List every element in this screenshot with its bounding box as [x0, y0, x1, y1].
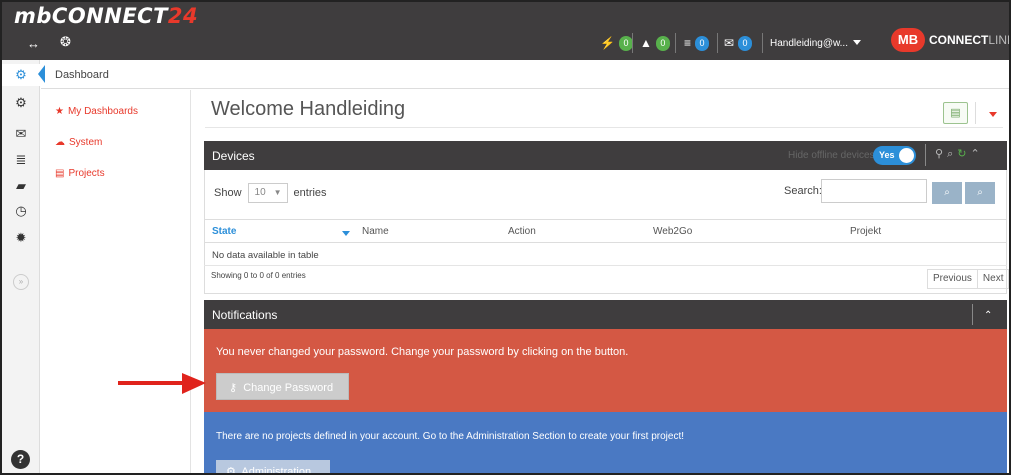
mail-icon: ✉: [724, 36, 735, 50]
tasks-counter[interactable]: ≡ 0: [684, 35, 710, 51]
file-icon: ▤: [55, 168, 65, 179]
list-icon[interactable]: ≣: [2, 152, 40, 168]
column-state[interactable]: State: [212, 226, 236, 237]
app-window: mbCONNECT24 ↔ ❂ ⚡ 0 ▲ 0 ≡ 0 ✉ 0 Handleid…: [0, 0, 1011, 475]
bolt-icon: ⚡: [600, 36, 615, 50]
hide-offline-label: Hide offline devices: [788, 150, 875, 161]
list-icon: ≡: [684, 36, 692, 50]
subnav-item-my-dashboards[interactable]: ★ My Dashboards: [55, 106, 138, 117]
expand-rail-icon[interactable]: »: [13, 274, 29, 290]
dashboard-layout-button[interactable]: ▤: [943, 102, 968, 124]
messages-badge: 0: [738, 35, 753, 51]
column-web2go[interactable]: Web2Go: [653, 226, 692, 237]
alerts-counter[interactable]: ▲ 0: [640, 35, 670, 51]
help-icon[interactable]: ?: [11, 450, 30, 469]
subnav-item-system[interactable]: ☁ System: [55, 137, 102, 148]
chevron-down-icon: ▼: [273, 188, 282, 197]
gears-icon: ⚙: [226, 466, 236, 475]
search-input[interactable]: [821, 179, 927, 203]
previous-button[interactable]: Previous: [928, 270, 978, 288]
divider: [972, 304, 973, 325]
next-button[interactable]: Next: [978, 270, 1009, 288]
divider: [205, 127, 1003, 128]
sidebar-toggle-icon[interactable]: ↔: [27, 36, 40, 51]
search-icon[interactable]: ⌕: [947, 148, 957, 160]
chevron-up-icon[interactable]: ⌃: [970, 148, 983, 160]
annotation-arrow: [118, 373, 206, 394]
page-title: Welcome Handleiding: [211, 98, 406, 120]
column-projekt[interactable]: Projekt: [850, 226, 881, 237]
events-counter[interactable]: ⚡ 0: [600, 35, 633, 51]
toggle-knob: [899, 148, 914, 163]
key-icon: ⚷: [229, 382, 238, 394]
messages-counter[interactable]: ✉ 0: [724, 35, 753, 51]
divider: [975, 102, 976, 124]
alerts-badge: 0: [655, 35, 670, 51]
entries-select[interactable]: 10 ▼: [247, 183, 288, 203]
app-logo[interactable]: mbCONNECT24: [14, 4, 198, 28]
pagination: Previous Next: [927, 269, 1009, 289]
divider: [762, 33, 763, 53]
entries-length-control: Show 10 ▼ entries: [214, 183, 327, 203]
notifications-panel-header: Notifications: [204, 300, 1007, 329]
search-icon: ⌕: [944, 187, 950, 198]
events-badge: 0: [618, 35, 633, 51]
hide-offline-toggle[interactable]: Yes: [873, 146, 916, 165]
breadcrumb: Dashboard: [41, 60, 1009, 89]
devices-icon[interactable]: ⚙: [2, 95, 40, 111]
change-password-button[interactable]: ⚷ Change Password: [216, 373, 349, 400]
divider: [717, 33, 718, 53]
top-bar: mbCONNECT24 ↔ ❂ ⚡ 0 ▲ 0 ≡ 0 ✉ 0 Handleid…: [2, 2, 1009, 60]
column-name[interactable]: Name: [362, 226, 389, 237]
cloud-icon: ☁: [55, 137, 65, 148]
table-info: Showing 0 to 0 of 0 entries: [211, 271, 306, 280]
column-action[interactable]: Action: [508, 226, 536, 237]
spinner-icon: ❂: [60, 34, 71, 49]
divider: [675, 33, 676, 53]
subnav-item-label: System: [69, 137, 103, 148]
button-label: Change Password: [243, 382, 334, 394]
star-icon: ★: [55, 106, 64, 117]
empty-table-row: No data available in table: [204, 244, 1007, 266]
warning-icon: ▲: [640, 36, 652, 50]
brand-logo-mb: MB: [891, 28, 925, 52]
dashboard-subnav: ★ My Dashboards ☁ System ▤ Projects: [41, 90, 191, 473]
devices-table-header: State Name Action Web2Go Projekt: [204, 219, 1007, 243]
tasks-badge: 0: [695, 35, 710, 51]
icon-rail: ⚙ ⚙ ✉ ≣ ▰ ◷ ✹: [2, 60, 40, 473]
user-menu[interactable]: Handleiding@w...: [770, 38, 848, 49]
subnav-item-projects[interactable]: ▤ Projects: [55, 168, 105, 179]
show-label: Show: [214, 187, 242, 199]
administration-button[interactable]: ⚙ Administration: [216, 460, 330, 475]
panel-tools: ⚲⌕↻⌃: [935, 147, 984, 161]
divider: [632, 33, 633, 53]
panel-title: Notifications: [212, 308, 278, 322]
brand-logo-text: CONNECTLINE: [929, 33, 1009, 47]
location-icon[interactable]: ⚲: [935, 148, 947, 160]
search-button[interactable]: ⌕: [932, 182, 962, 204]
divider: [925, 144, 926, 166]
mail-icon[interactable]: ✉: [2, 126, 40, 142]
entries-label: entries: [293, 187, 327, 199]
clock-icon[interactable]: ◷: [2, 203, 40, 219]
dashboard-icon[interactable]: ⚙: [2, 64, 40, 86]
chevron-down-icon[interactable]: [853, 40, 861, 45]
subnav-item-label: My Dashboards: [67, 106, 138, 117]
projects-info-message: There are no projects defined in your ac…: [216, 431, 685, 442]
book-icon[interactable]: ▰: [2, 178, 40, 194]
settings-icon[interactable]: ✹: [2, 230, 40, 246]
refresh-icon[interactable]: ↻: [957, 148, 970, 160]
chevron-down-icon[interactable]: [989, 112, 997, 117]
search-icon: ⌕: [977, 187, 983, 198]
password-alert-message: You never changed your password. Change …: [216, 346, 629, 358]
chevron-up-icon[interactable]: ⌃: [984, 310, 992, 321]
sort-desc-icon[interactable]: [342, 231, 350, 236]
search-advanced-button[interactable]: ⌕: [965, 182, 995, 204]
button-label: Administration: [241, 466, 312, 475]
search-label: Search:: [784, 185, 822, 197]
panel-title: Devices: [212, 149, 255, 163]
document-icon: ▤: [950, 107, 961, 119]
subnav-item-label: Projects: [68, 168, 105, 179]
